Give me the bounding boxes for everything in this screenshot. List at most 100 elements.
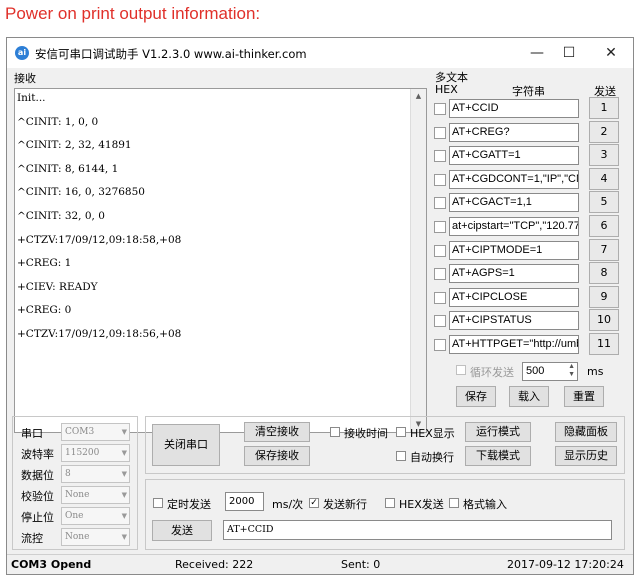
multi-hex-checkbox[interactable] — [434, 339, 446, 351]
loop-send-label: 循环发送 — [470, 366, 514, 379]
multi-string-input[interactable]: AT+CREG? — [449, 122, 579, 142]
close-port-button[interactable]: 关闭串口 — [152, 424, 220, 466]
multi-row: AT+CREG? 2 — [432, 120, 627, 145]
receive-line: +CREG: 0 — [17, 304, 72, 317]
multi-send-button[interactable]: 2 — [589, 120, 619, 143]
show-history-button[interactable]: 显示历史 — [555, 446, 617, 466]
clear-receive-button[interactable]: 清空接收 — [244, 422, 310, 442]
multi-hex-checkbox[interactable] — [434, 173, 446, 186]
received-count: Received: 222 — [175, 558, 254, 571]
port-value: COM3 — [65, 427, 95, 437]
maximize-button[interactable]: ☐ — [554, 42, 584, 64]
multi-hex-checkbox[interactable] — [434, 291, 446, 304]
receive-textarea[interactable]: Init... ^CINIT: 1, 0, 0 ^CINIT: 2, 32, 418… — [14, 88, 427, 433]
multi-string-input[interactable]: AT+CIPTMODE=1 — [449, 240, 579, 260]
scroll-up-icon[interactable]: ▲ — [411, 89, 426, 104]
stop-bits-value: One — [65, 511, 84, 521]
port-select[interactable]: COM3 ▼ — [61, 423, 130, 441]
send-interval-input[interactable]: 2000 — [225, 492, 264, 511]
multi-hex-checkbox[interactable] — [434, 268, 446, 281]
multi-row: AT+AGPS=1 8 — [432, 262, 627, 286]
window-title: 安信可串口调试助手 V1.2.3.0 www.ai-thinker.com — [35, 47, 307, 61]
multi-send-button[interactable]: 11 — [589, 333, 619, 355]
hex-display-label: HEX显示 — [410, 427, 455, 440]
hide-panel-button[interactable]: 隐藏面板 — [555, 422, 617, 442]
minimize-button[interactable]: — — [522, 42, 552, 64]
multi-send-button[interactable]: 8 — [589, 262, 619, 285]
parity-value: None — [65, 490, 90, 500]
multi-string-input[interactable]: AT+CIPCLOSE — [449, 287, 579, 307]
send-button[interactable]: 发送 — [152, 520, 212, 541]
chevron-down-icon: ▼ — [121, 512, 127, 520]
multi-send-button[interactable]: 10 — [589, 309, 619, 332]
auto-wrap-checkbox[interactable] — [396, 451, 406, 461]
flow-control-value: None — [65, 532, 90, 542]
parity-label: 校验位 — [21, 490, 54, 503]
caption: Power on print output information: — [5, 4, 261, 23]
receive-line: +CIEV: READY — [17, 280, 98, 293]
reset-button[interactable]: 重置 — [564, 386, 604, 407]
receive-time-checkbox[interactable] — [330, 427, 340, 437]
flow-control-label: 流控 — [21, 532, 43, 545]
multi-hex-checkbox[interactable] — [434, 126, 446, 139]
baud-value: 115200 — [65, 448, 100, 458]
receive-line: ^CINIT: 1, 0, 0 — [17, 115, 99, 128]
app-icon: ai — [15, 46, 29, 60]
port-status: COM3 Opend — [11, 558, 92, 571]
multi-hex-checkbox[interactable] — [434, 103, 446, 115]
hex-send-checkbox[interactable] — [385, 498, 395, 508]
multi-send-button[interactable]: 4 — [589, 167, 619, 190]
multi-hex-checkbox[interactable] — [434, 244, 446, 257]
chevron-down-icon: ▼ — [121, 449, 127, 457]
multi-hex-checkbox[interactable] — [434, 315, 446, 328]
receive-scrollbar[interactable]: ▲ ▼ — [410, 89, 426, 432]
multi-string-input[interactable]: AT+CGACT=1,1 — [449, 193, 579, 213]
close-button[interactable]: ✕ — [596, 42, 626, 64]
stop-bits-select[interactable]: One ▼ — [61, 507, 130, 525]
loop-send-checkbox[interactable] — [456, 365, 466, 375]
multi-send-button[interactable]: 3 — [589, 144, 619, 167]
format-input-checkbox[interactable] — [449, 498, 459, 508]
hex-display-checkbox[interactable] — [396, 427, 406, 437]
multi-string-input[interactable]: AT+HTTPGET="http://umb — [449, 335, 579, 354]
multi-string-input[interactable]: AT+CCID — [449, 99, 579, 118]
receive-line: ^CINIT: 2, 32, 41891 — [17, 139, 132, 152]
multi-send-button[interactable]: 1 — [589, 97, 619, 119]
run-mode-button[interactable]: 运行模式 — [465, 422, 531, 442]
multi-hex-checkbox[interactable] — [434, 221, 446, 233]
format-input-label: 格式输入 — [463, 498, 507, 511]
save-receive-button[interactable]: 保存接收 — [244, 446, 310, 466]
multi-string-input[interactable]: at+cipstart="TCP","120.77. — [449, 217, 579, 236]
multi-send-button[interactable]: 7 — [589, 238, 619, 261]
hex-send-label: HEX发送 — [399, 498, 444, 511]
multi-string-input[interactable]: AT+CGATT=1 — [449, 146, 579, 166]
receive-line: +CTZV:17/09/12,09:18:56,+08 — [17, 327, 182, 340]
timed-send-checkbox[interactable] — [153, 498, 163, 508]
receive-label: 接收 — [14, 72, 36, 85]
receive-time-label: 接收时间 — [344, 427, 388, 440]
load-button[interactable]: 载入 — [509, 386, 549, 407]
data-bits-select[interactable]: 8 ▼ — [61, 465, 130, 483]
send-newline-label: 发送新行 — [323, 498, 367, 511]
receive-line: Init... — [17, 92, 46, 104]
multi-send-button[interactable]: 9 — [589, 285, 619, 308]
multi-hex-checkbox[interactable] — [434, 150, 446, 163]
send-text-input[interactable]: AT+CCID — [223, 520, 612, 540]
multi-hex-checkbox[interactable] — [434, 197, 446, 210]
save-button[interactable]: 保存 — [456, 386, 496, 407]
multi-string-input[interactable]: AT+CIPSTATUS — [449, 311, 579, 331]
multi-row: AT+CGACT=1,1 5 — [432, 191, 627, 215]
spin-down-icon[interactable]: ▼ — [568, 371, 575, 379]
spin-up-icon[interactable]: ▲ — [568, 363, 575, 371]
flow-control-select[interactable]: None ▼ — [61, 528, 130, 546]
loop-interval-value: 500 — [526, 365, 545, 377]
baud-select[interactable]: 115200 ▼ — [61, 444, 130, 462]
multi-string-input[interactable]: AT+AGPS=1 — [449, 264, 579, 284]
download-mode-button[interactable]: 下载模式 — [465, 446, 531, 466]
multi-string-input[interactable]: AT+CGDCONT=1,"IP","CM — [449, 169, 579, 189]
multi-send-button[interactable]: 6 — [589, 215, 619, 237]
loop-interval-input[interactable]: 500 ▲ ▼ — [522, 362, 578, 381]
parity-select[interactable]: None ▼ — [61, 486, 130, 504]
send-newline-checkbox[interactable]: ✓ — [309, 498, 319, 508]
multi-send-button[interactable]: 5 — [589, 191, 619, 214]
